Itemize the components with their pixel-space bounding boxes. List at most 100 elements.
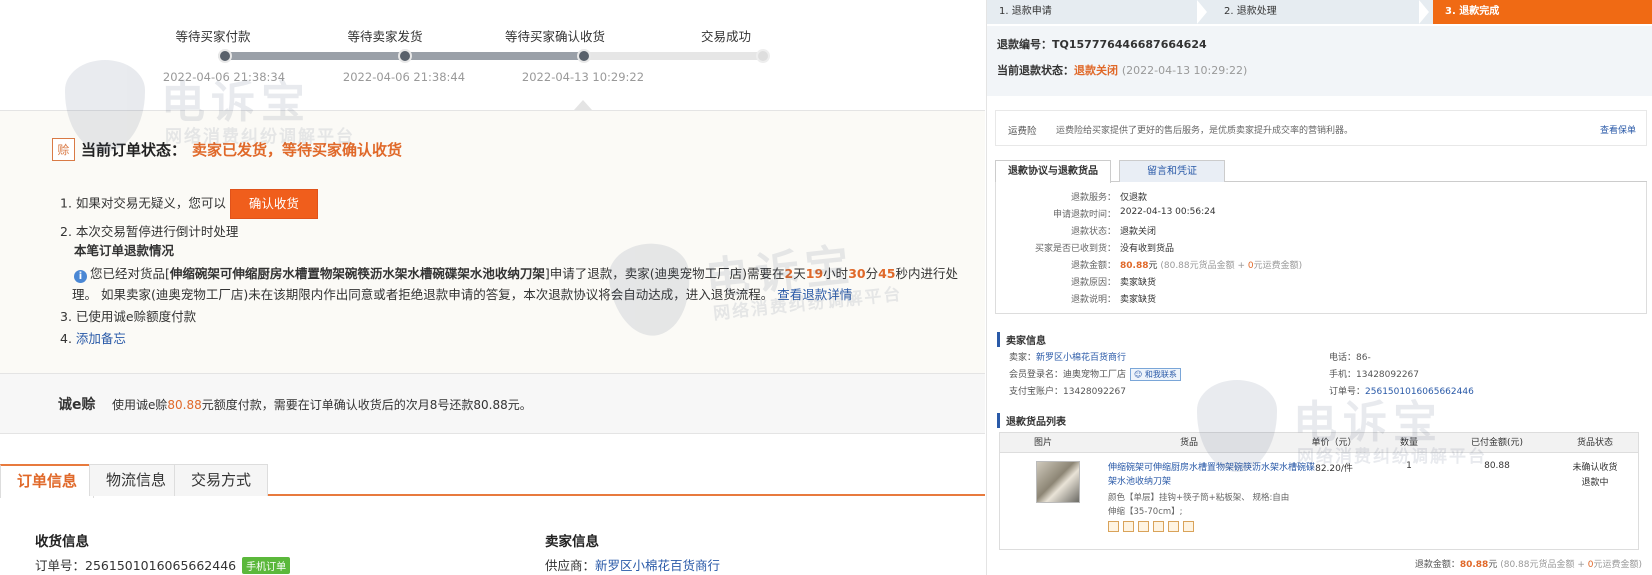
order-label: 订单号： [35, 558, 86, 573]
credit-prefix: 使用诚e赊 [112, 398, 168, 412]
mobile-label: 手机： [1329, 370, 1357, 380]
refund-text: 您已经对货品[ [90, 266, 170, 281]
mobile-order-badge: 手机订单 [242, 557, 291, 574]
credit-suffix: 元额度付款，需要在订单确认收货后的次月8号还款80.88元。 [201, 398, 532, 412]
contact-me-button[interactable]: ☺ 和我联系 [1130, 368, 1181, 381]
order-link[interactable]: 2561501016065662446 [1365, 387, 1474, 397]
seller-heading: 卖家信息 [997, 332, 1046, 347]
amount-unit: 元 [1148, 261, 1158, 271]
countdown-seconds: 45 [878, 266, 896, 281]
supplier-row: 供应商：新罗区小棉花百货商行 [545, 555, 720, 574]
receive-info-heading: 收货信息 [35, 534, 89, 550]
status-item-3: 3. 已使用诚e赊额度付款 [60, 309, 197, 324]
chevron-icon [1197, 0, 1207, 24]
product-link[interactable]: 伸缩碗架可伸缩厨房水槽置物架碗筷沥水架水槽碗碟架水池收纳刀架 [1108, 461, 1318, 489]
tab-trade-method[interactable]: 交易方式 [174, 464, 269, 496]
tab-refund-agreement[interactable]: 退款协议与退款货品 [995, 160, 1111, 183]
detail-key: 退款原因： [1070, 278, 1116, 288]
alipay-row: 支付宝账户：13428092267 [1009, 384, 1126, 397]
shipping-insurance: 运费险 运费险给买家提供了更好的售后服务，是优质卖家提升成交率的营销利器。 查看… [995, 110, 1647, 146]
order-status-title: 赊 当前订单状态： 卖家已发货，等待买家确认收货 [52, 138, 402, 161]
refund-step: 1. 退款申请 [999, 6, 1052, 17]
total-amount: 80.88 [1459, 560, 1489, 570]
credit-icon: 赊 [52, 138, 75, 161]
service-icon [1123, 521, 1134, 532]
member-label: 会员登录名： [1009, 370, 1064, 380]
alipay-label: 支付宝账户： [1009, 387, 1064, 397]
credit-payment-box: 诚e赊 使用诚e赊80.88元额度付款，需要在订单确认收货后的次月8号还款80.… [0, 374, 985, 434]
contact-label: 和我联系 [1144, 370, 1177, 379]
service-icon [1183, 521, 1194, 532]
total-label: 退款金额： [1414, 560, 1460, 570]
refund-header: 退款编号：TQ157776446687664624 当前退款状态：退款关闭 (2… [987, 26, 1652, 96]
step-time: 2022-04-06 21:38:34 [162, 70, 286, 84]
days-unit: 天 [793, 266, 806, 281]
refund-amount: 80.88元 (80.88元货品金额 + 0元运费金额) [1120, 258, 1302, 271]
refund-detail-table: 退款服务： 仅退款 申请退款时间： 2022-04-13 00:56:24 退款… [995, 182, 1647, 314]
quantity: 1 [1406, 461, 1412, 471]
goods-status: 未确认收货 退款中 [1552, 461, 1638, 491]
col-header: 已付金额(元) [1470, 438, 1524, 448]
confirm-receipt-button[interactable]: 确认收货 [229, 189, 318, 219]
order-progress: 等待买家付款 等待卖家发货 等待买家确认收货 交易成功 2022-04-06 2… [0, 0, 985, 110]
phone-row: 电话：86- [1329, 350, 1371, 363]
amount-value: 80.88 [1120, 261, 1149, 271]
supplier-link[interactable]: 新罗区小棉花百货商行 [595, 558, 720, 573]
member-name: 迪奥宠物工厂店 [1063, 370, 1127, 380]
view-policy-link[interactable]: 查看保单 [1600, 123, 1636, 136]
supplier-label: 供应商： [545, 558, 596, 573]
refund-no-label: 退款编号： [997, 38, 1052, 51]
status-item-4: 4. 添加备忘 [60, 330, 126, 348]
order-status-box: 赊 当前订单状态： 卖家已发货，等待买家确认收货 1. 如果对交易无疑义，您可以… [0, 110, 985, 374]
order-number-row: 订单号：2561501016065662446 手机订单 [35, 555, 291, 574]
product-name: 伸缩碗架可伸缩厨房水槽置物架碗筷沥水架水槽碗碟架水池收纳刀架 [169, 266, 545, 281]
step-time: 2022-04-13 10:29:22 [521, 70, 645, 84]
countdown-minutes: 30 [848, 266, 866, 281]
step-dot [756, 49, 770, 63]
step-dot [577, 49, 591, 63]
refund-steps: 1. 退款申请 2. 退款处理 3. 退款完成 [987, 0, 1652, 24]
refund-text: ]申请了退款，卖家(迪奥宠物工厂店)需要在 [544, 266, 785, 281]
state-label: 当前退款状态： [997, 64, 1074, 77]
status-line: 退款中 [1581, 478, 1609, 488]
countdown-days: 2 [784, 266, 794, 281]
seconds-unit: 秒内进行处 [895, 266, 959, 281]
detail-value: 仅退款 [1120, 193, 1148, 203]
refund-step-active: 3. 退款完成 [1433, 0, 1652, 24]
product-image[interactable] [1036, 461, 1080, 503]
seller-info-heading: 卖家信息 [545, 534, 599, 550]
status-item-1: 1. 如果对交易无疑义，您可以 确认收货 [60, 189, 318, 219]
item-text: 1. 如果对交易无疑义，您可以 [60, 195, 226, 211]
chat-icon: ☺ [1134, 370, 1143, 379]
tab-order-info[interactable]: 订单信息 [0, 464, 95, 498]
countdown-hours: 19 [805, 266, 824, 281]
col-header: 单价（元） [1311, 438, 1357, 448]
detail-value: 2022-04-13 00:56:24 [1120, 207, 1216, 217]
tab-logistics[interactable]: 物流信息 [89, 464, 184, 496]
refund-no: TQ157776446687664624 [1052, 38, 1207, 51]
step-label: 等待买家付款 [175, 29, 251, 44]
seller-link[interactable]: 新罗区小棉花百货商行 [1036, 353, 1126, 363]
minutes-unit: 分 [865, 266, 879, 281]
service-icon [1108, 521, 1119, 532]
status-label: 当前订单状态： [81, 141, 187, 159]
credit-text: 使用诚e赊80.88元额度付款，需要在订单确认收货后的次月8号还款80.88元。 [112, 396, 532, 413]
view-refund-link[interactable]: 查看退款详情 [777, 287, 852, 302]
credit-title: 诚e赊 [58, 397, 96, 413]
state-value: 退款关闭 [1074, 64, 1118, 77]
total-breakdown: (80.88元货品金额 + [1500, 560, 1588, 570]
detail-key: 退款金额： [1070, 261, 1116, 271]
unit-price: 82.20/件 [1315, 464, 1353, 474]
mobile-row: 手机：13428092267 [1329, 367, 1419, 380]
info-icon: i [74, 270, 87, 283]
credit-amount: 80.88 [167, 398, 202, 412]
service-icons [1108, 521, 1194, 532]
phone-value: 86- [1356, 353, 1371, 363]
detail-key: 退款状态： [1070, 227, 1116, 237]
tab-messages[interactable]: 留言和凭证 [1119, 160, 1225, 182]
detail-value: 没有收到货品 [1120, 244, 1175, 254]
status-line: 未确认收货 [1572, 463, 1618, 473]
amount-breakdown: 元运费金额) [1253, 261, 1303, 271]
add-memo-link[interactable]: 添加备忘 [76, 331, 126, 346]
refund-tabs: 退款协议与退款货品 留言和凭证 [995, 160, 1647, 183]
